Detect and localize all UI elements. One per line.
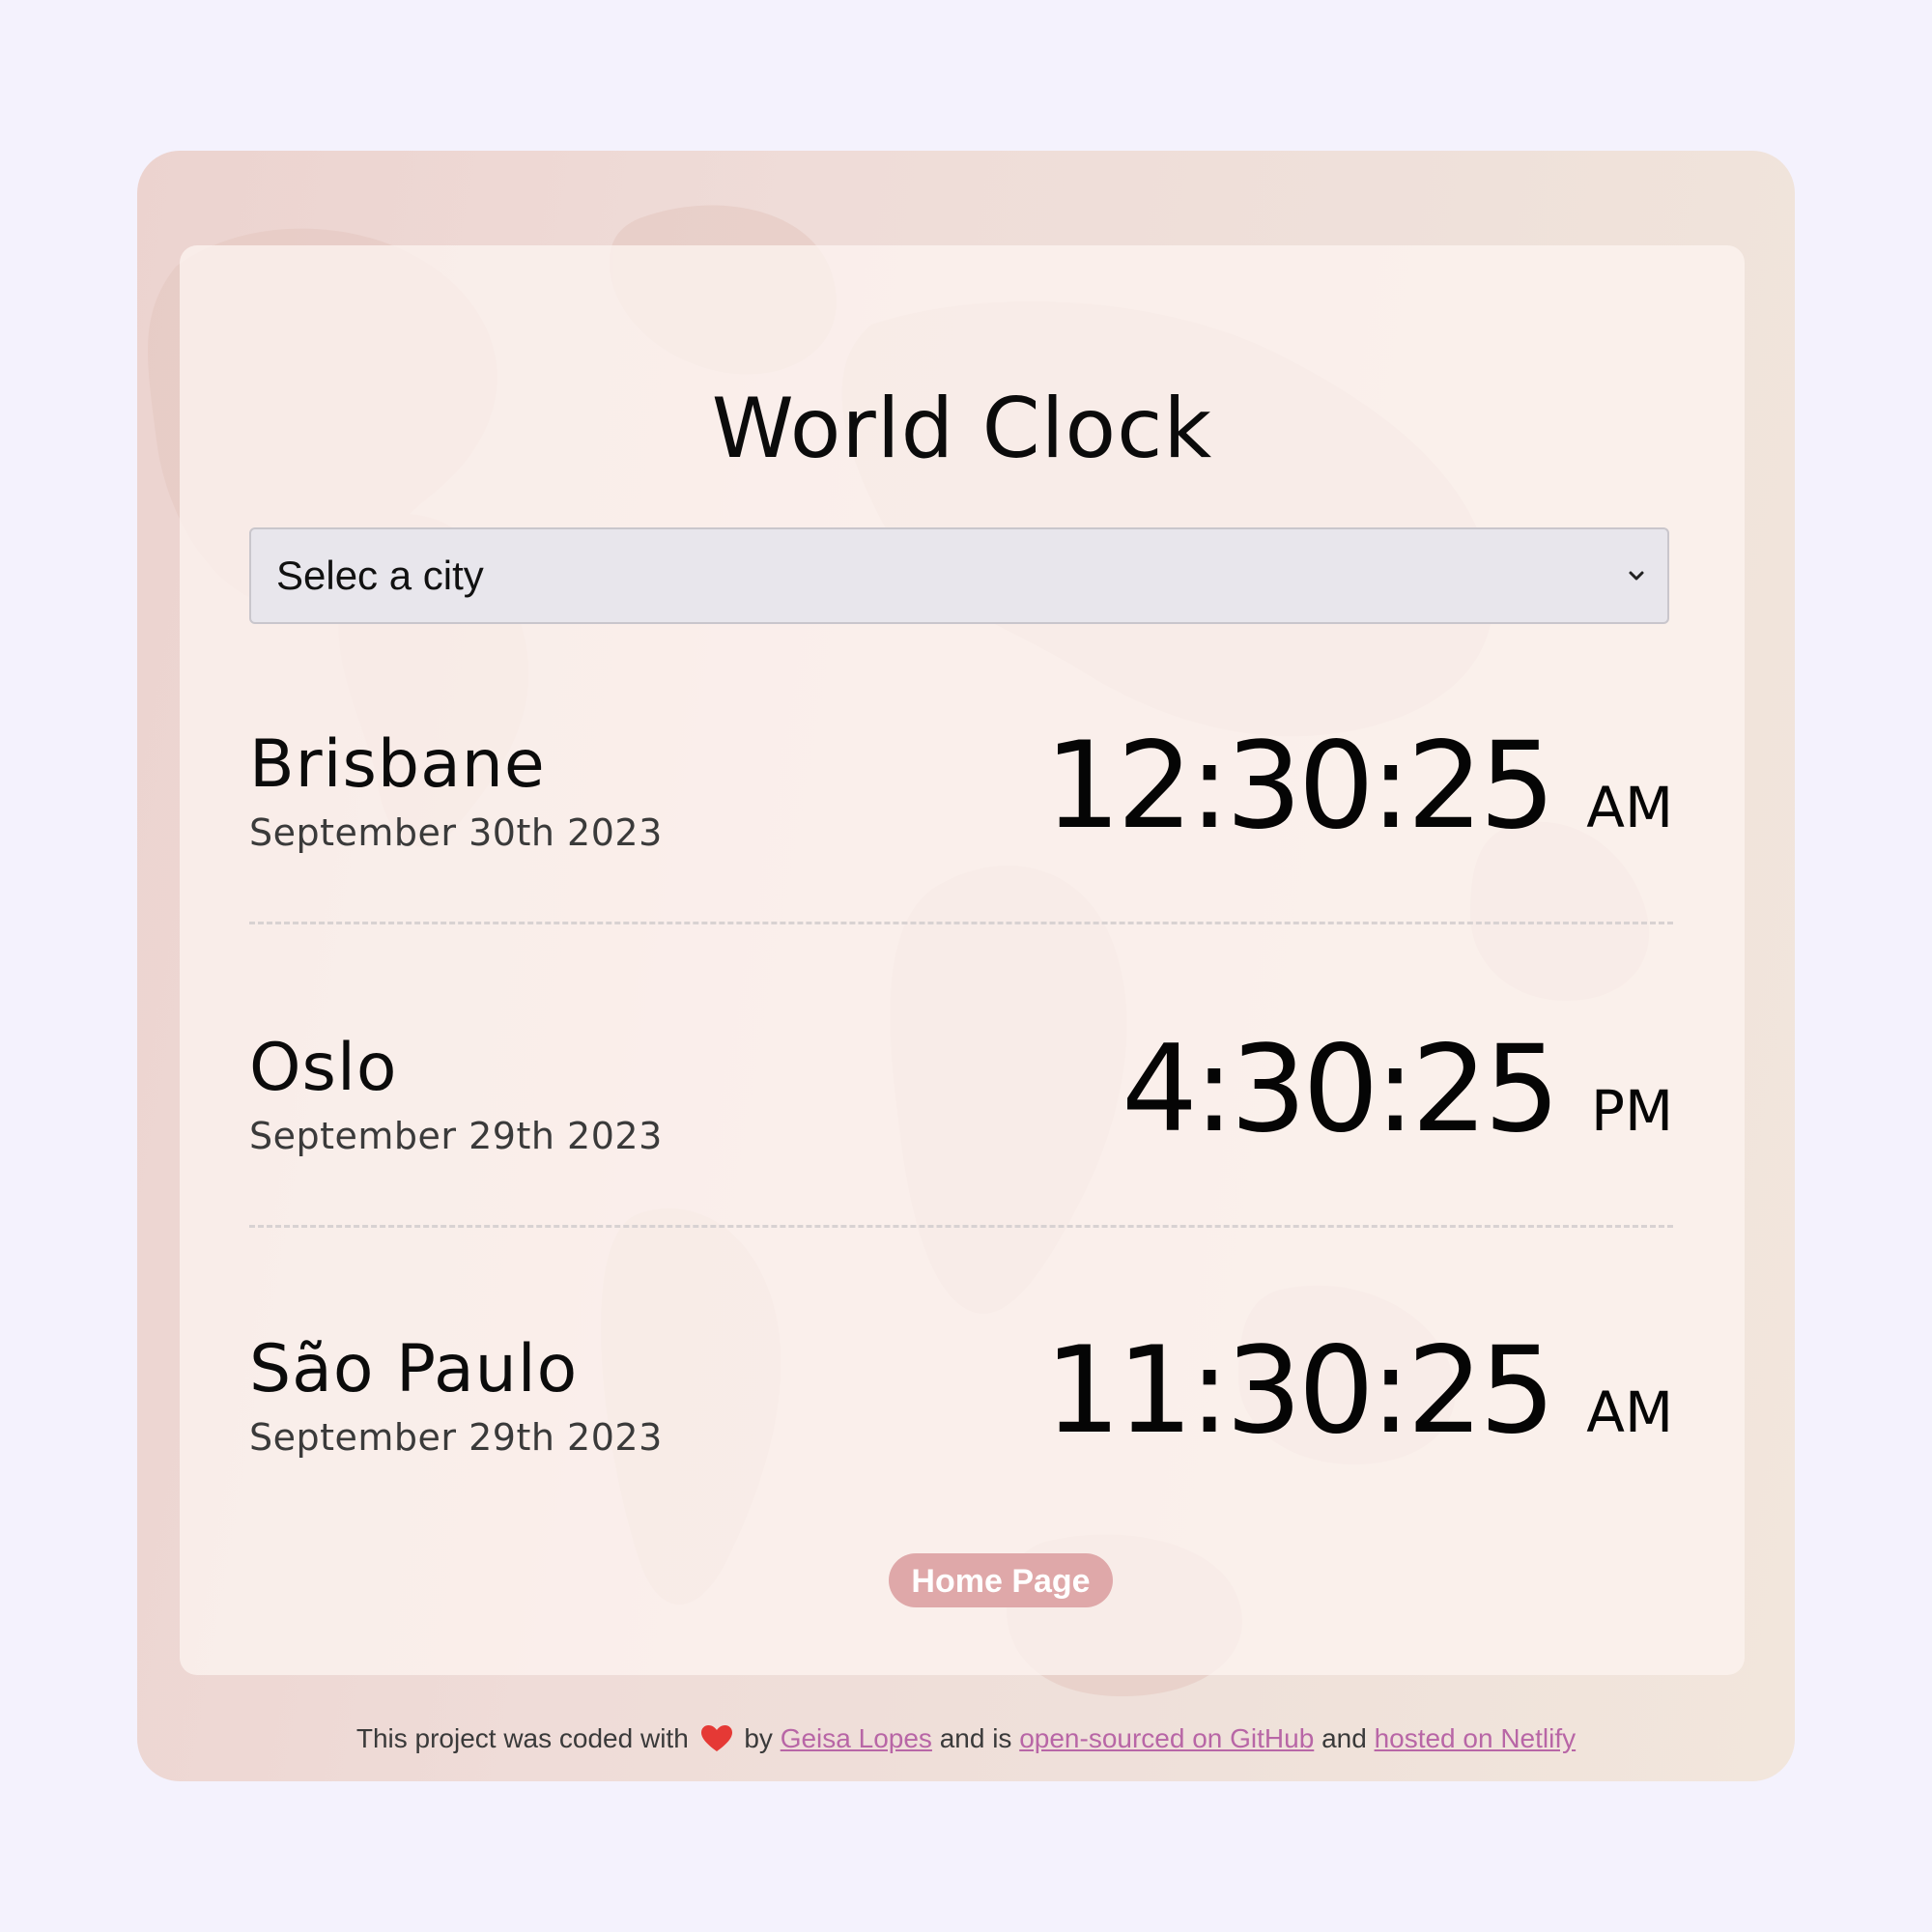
city-time: 11:30:25 AM xyxy=(1044,1321,1673,1461)
time-ampm: AM xyxy=(1586,775,1673,840)
chevron-down-icon xyxy=(1629,571,1644,581)
city-name: Brisbane xyxy=(249,726,546,803)
author-link[interactable]: Geisa Lopes xyxy=(781,1723,932,1753)
time-value: 4:30:25 xyxy=(1121,1020,1560,1159)
city-time: 12:30:25 AM xyxy=(1044,717,1673,856)
city-select-dropdown[interactable]: Selec a city xyxy=(249,527,1669,624)
footer-by: by xyxy=(744,1723,773,1753)
city-row-sao-paulo: São Paulo September 29th 2023 11:30:25 A… xyxy=(249,1321,1673,1466)
footer-and: and xyxy=(1321,1723,1367,1753)
netlify-link[interactable]: hosted on Netlify xyxy=(1375,1723,1577,1753)
time-value: 12:30:25 xyxy=(1044,717,1555,856)
city-date: September 29th 2023 xyxy=(249,1416,663,1459)
footer-and-is: and is xyxy=(939,1723,1012,1753)
time-ampm: PM xyxy=(1590,1078,1673,1144)
city-name: Oslo xyxy=(249,1030,398,1106)
city-row-oslo: Oslo September 29th 2023 4:30:25 PM xyxy=(249,1020,1673,1165)
city-time: 4:30:25 PM xyxy=(1122,1020,1673,1159)
city-select-value: Selec a city xyxy=(276,553,484,598)
time-ampm: AM xyxy=(1586,1379,1673,1445)
heart-icon xyxy=(700,1725,732,1751)
city-date: September 29th 2023 xyxy=(249,1115,663,1157)
github-link[interactable]: open-sourced on GitHub xyxy=(1019,1723,1314,1753)
row-divider xyxy=(249,1225,1673,1228)
city-name: São Paulo xyxy=(249,1331,579,1407)
page-title: World Clock xyxy=(711,381,1213,477)
city-date: September 30th 2023 xyxy=(249,811,663,854)
row-divider xyxy=(249,922,1673,924)
time-value: 11:30:25 xyxy=(1044,1321,1555,1461)
clock-card: World Clock Selec a city Brisbane Septem… xyxy=(180,245,1745,1675)
home-page-button[interactable]: Home Page xyxy=(889,1553,1113,1607)
city-row-brisbane: Brisbane September 30th 2023 12:30:25 AM xyxy=(249,717,1673,862)
footer: This project was coded with by Geisa Lop… xyxy=(137,1723,1795,1754)
app-frame: World Clock Selec a city Brisbane Septem… xyxy=(137,151,1795,1781)
footer-prefix: This project was coded with xyxy=(355,1723,689,1753)
